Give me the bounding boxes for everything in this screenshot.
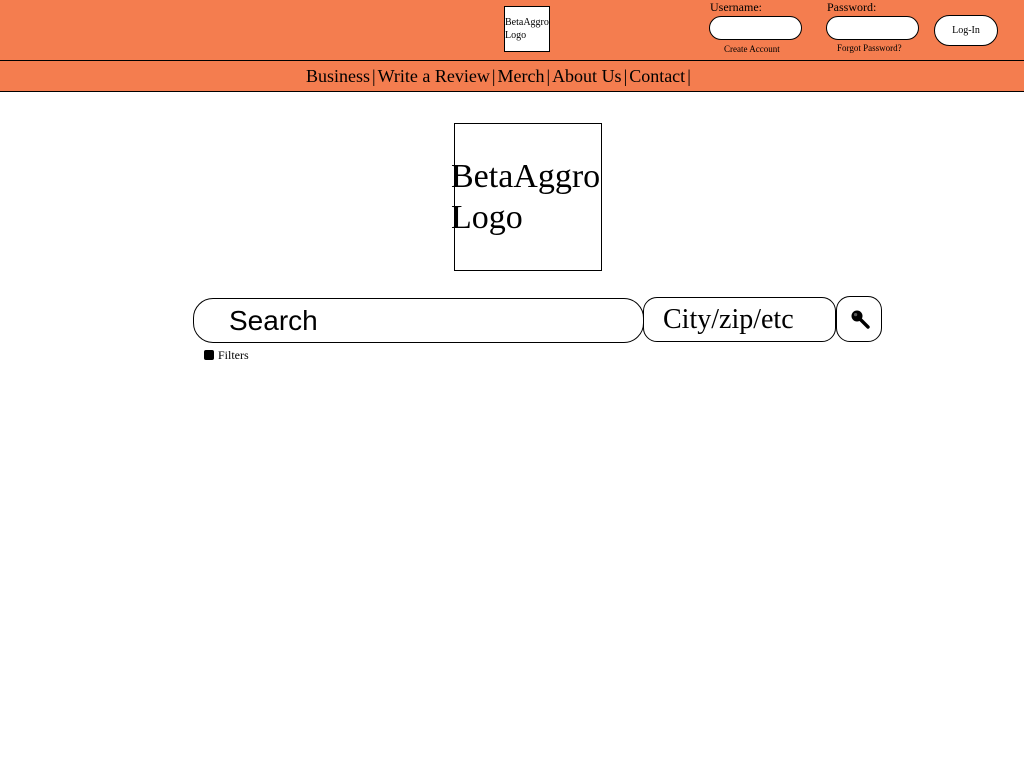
nav-link-merch[interactable]: Merch [497,66,544,86]
location-input[interactable] [643,297,836,342]
search-button[interactable] [836,296,882,342]
header-logo-text: BetaAggro Logo [505,17,549,41]
nav-links: Business | Write a Review | Merch | About Us | C… [306,65,693,87]
filters-label: Filters [218,348,249,362]
password-label: Password: [827,0,877,14]
nav-separator: | [372,66,376,86]
main-logo: BetaAggro Logo [451,123,602,271]
nav-link-about-us[interactable]: About Us [552,66,622,86]
main-logo-line2: Logo [451,199,523,236]
search-input[interactable] [193,298,644,343]
main-logo-line1: BetaAggro [451,158,601,195]
top-header: BetaAggro Logo Username: Create Account … [0,0,1024,60]
main-logo-text: BetaAggro Logo [451,156,600,238]
magnifier-icon [851,310,870,329]
nav-separator: | [546,66,551,86]
nav-link-contact[interactable]: Contact [629,66,685,86]
forgot-password-link[interactable]: Forgot Password? [837,43,902,54]
filters-toggle[interactable]: Filters [204,348,249,362]
nav-bar: Business | Write a Review | Merch | About Us | C… [0,60,1024,92]
create-account-link[interactable]: Create Account [724,44,780,55]
nav-link-business[interactable]: Business [306,66,370,86]
login-button[interactable]: Log-In [934,15,998,46]
username-field[interactable] [709,16,802,40]
username-label: Username: [710,0,762,14]
nav-separator: | [491,66,496,86]
filters-checkbox[interactable] [204,350,214,360]
header-logo[interactable]: BetaAggro Logo [504,6,550,52]
nav-separator: | [687,66,691,86]
nav-link-write-review[interactable]: Write a Review [378,66,490,86]
nav-separator: | [623,66,628,86]
password-field[interactable] [826,16,919,40]
